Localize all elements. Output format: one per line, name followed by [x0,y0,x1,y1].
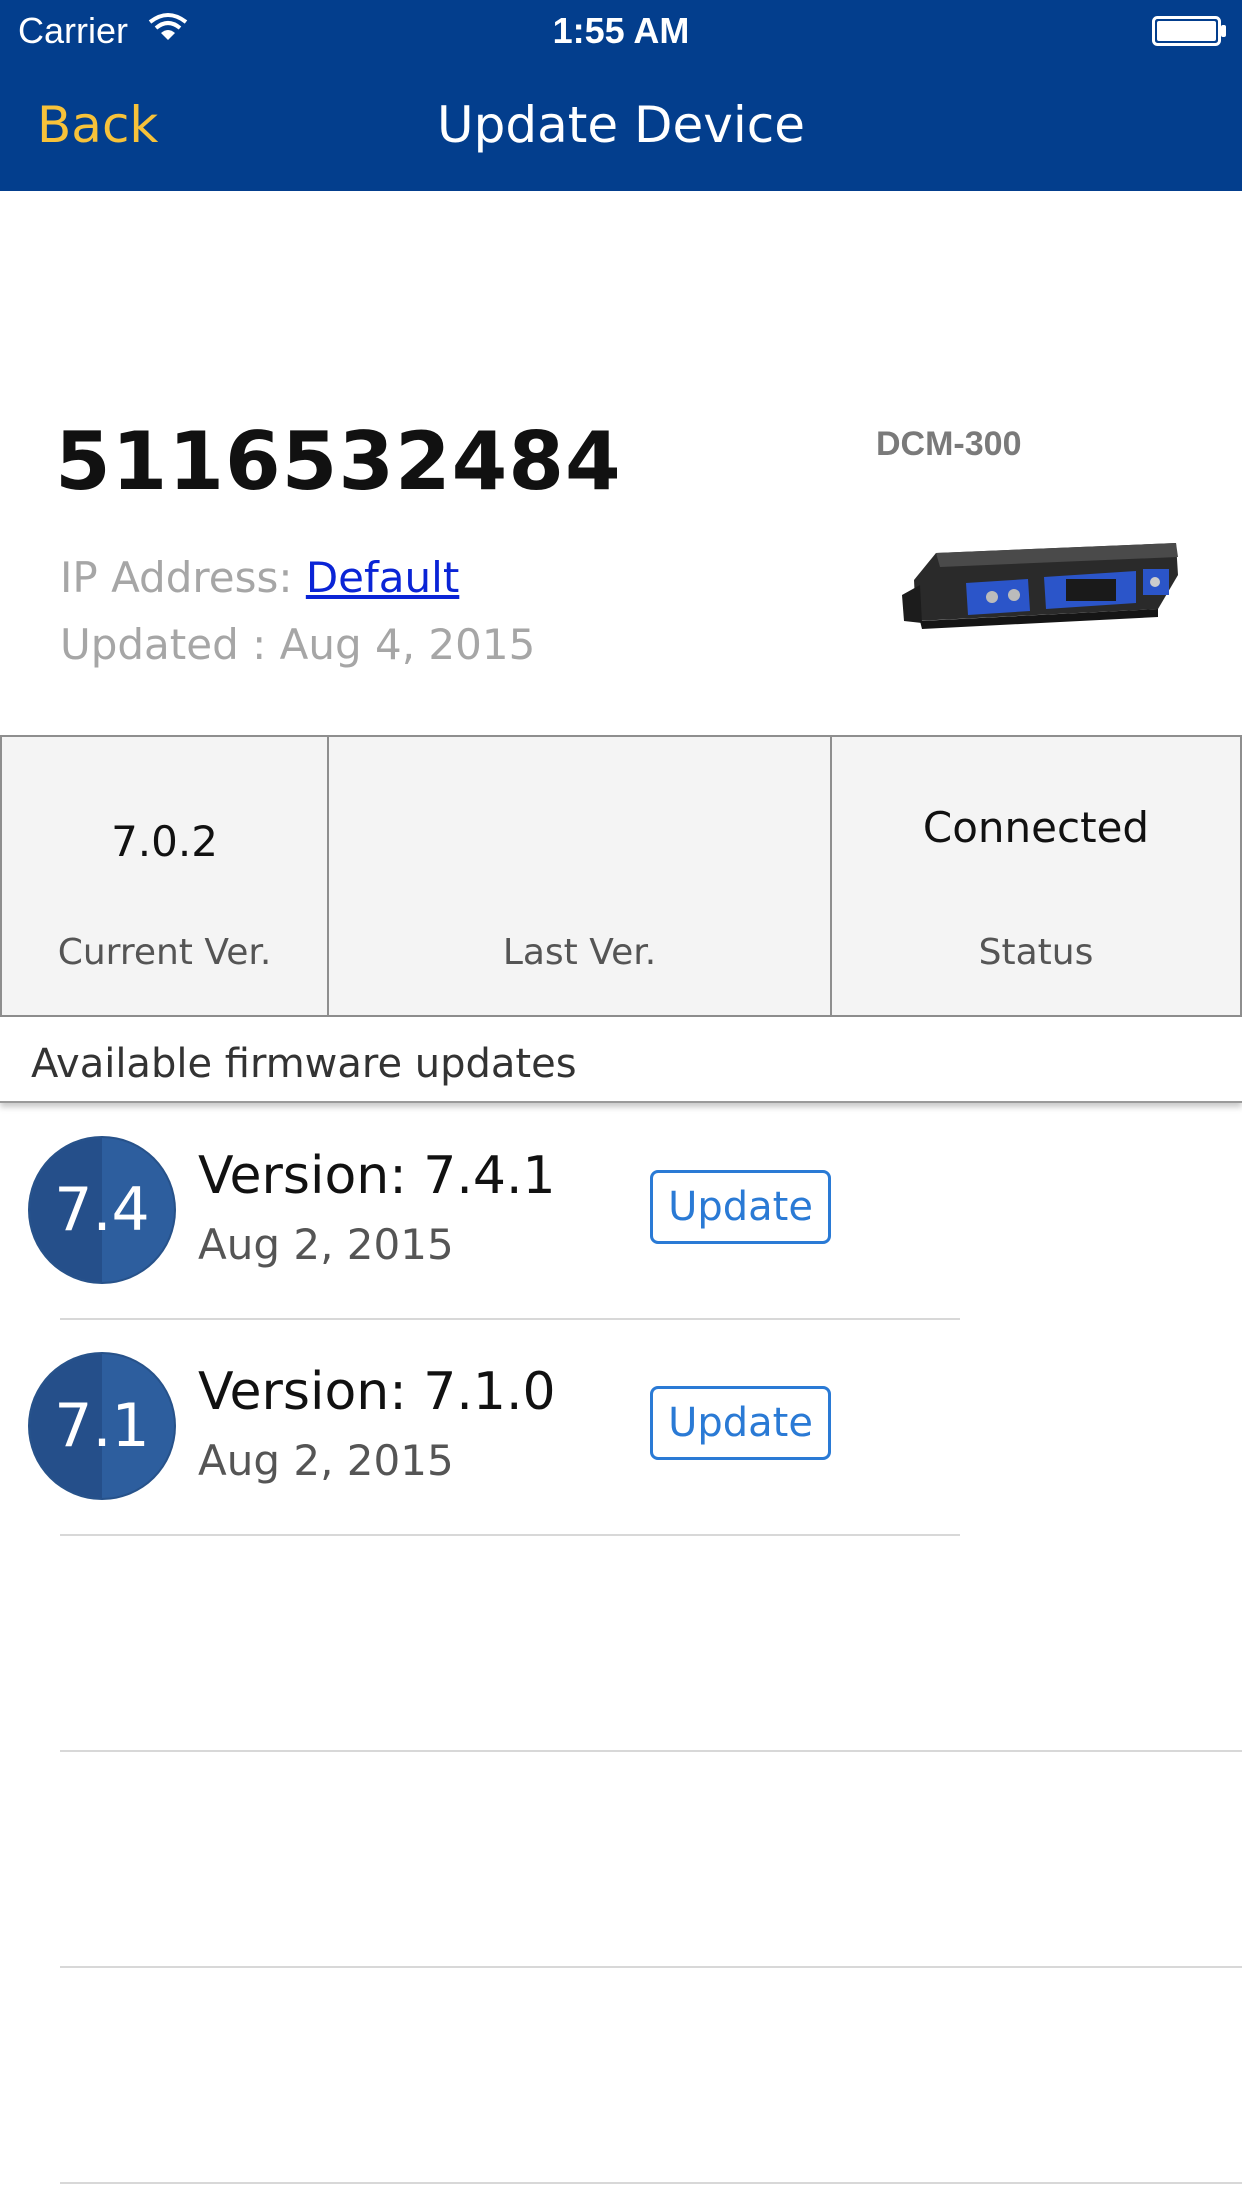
list-item: 7.4 Version: 7.4.1 Aug 2, 2015 Update [0,1110,1242,1326]
row-divider [60,1966,1242,1968]
ip-address-row: IP Address: Default [60,553,459,602]
row-divider [60,2182,1242,2184]
device-model-name: DCM-300 [876,425,1022,463]
current-version-label: Current Ver. [57,932,272,973]
version-badge-text: 7.4 [54,1175,150,1245]
section-header: Available firmware updates [0,1017,1242,1103]
ip-address-link[interactable]: Default [306,553,459,602]
firmware-date: Aug 2, 2015 [198,1220,454,1269]
version-badge-icon: 7.4 [30,1138,174,1282]
list-item: 7.1 Version: 7.1.0 Aug 2, 2015 Update [0,1326,1242,1542]
row-divider [60,1534,960,1536]
ip-address-label: IP Address: [60,553,306,602]
device-stats-panel: 7.0.2 Current Ver. Last Ver. Connected S… [0,735,1242,1017]
firmware-version: Version: 7.1.0 [198,1362,556,1422]
firmware-date: Aug 2, 2015 [198,1436,454,1485]
navigation-bar: Carrier 1:55 AM Back Update Device [0,0,1242,191]
status-value: Connected [922,803,1150,852]
updated-date: Updated : Aug 4, 2015 [60,620,536,669]
last-version-label: Last Ver. [502,932,657,973]
current-version-value: 7.0.2 [111,817,218,866]
status-label: Status [978,932,1094,973]
page-title: Update Device [437,96,805,154]
status-cell: Connected Status [832,737,1240,1015]
status-time: 1:55 AM [552,10,690,51]
update-button[interactable]: Update [650,1386,831,1460]
version-badge-text: 7.1 [54,1391,150,1461]
update-button[interactable]: Update [650,1170,831,1244]
version-badge-icon: 7.1 [30,1354,174,1498]
row-divider [60,1750,1242,1752]
battery-icon [1152,16,1226,46]
section-title: Available firmware updates [31,1041,577,1087]
firmware-version: Version: 7.4.1 [198,1146,556,1206]
last-version-cell: Last Ver. [329,737,832,1015]
current-version-cell: 7.0.2 Current Ver. [2,737,329,1015]
device-serial-number: 5116532484 [55,415,622,508]
row-divider [60,1318,960,1320]
device-image [902,543,1178,629]
